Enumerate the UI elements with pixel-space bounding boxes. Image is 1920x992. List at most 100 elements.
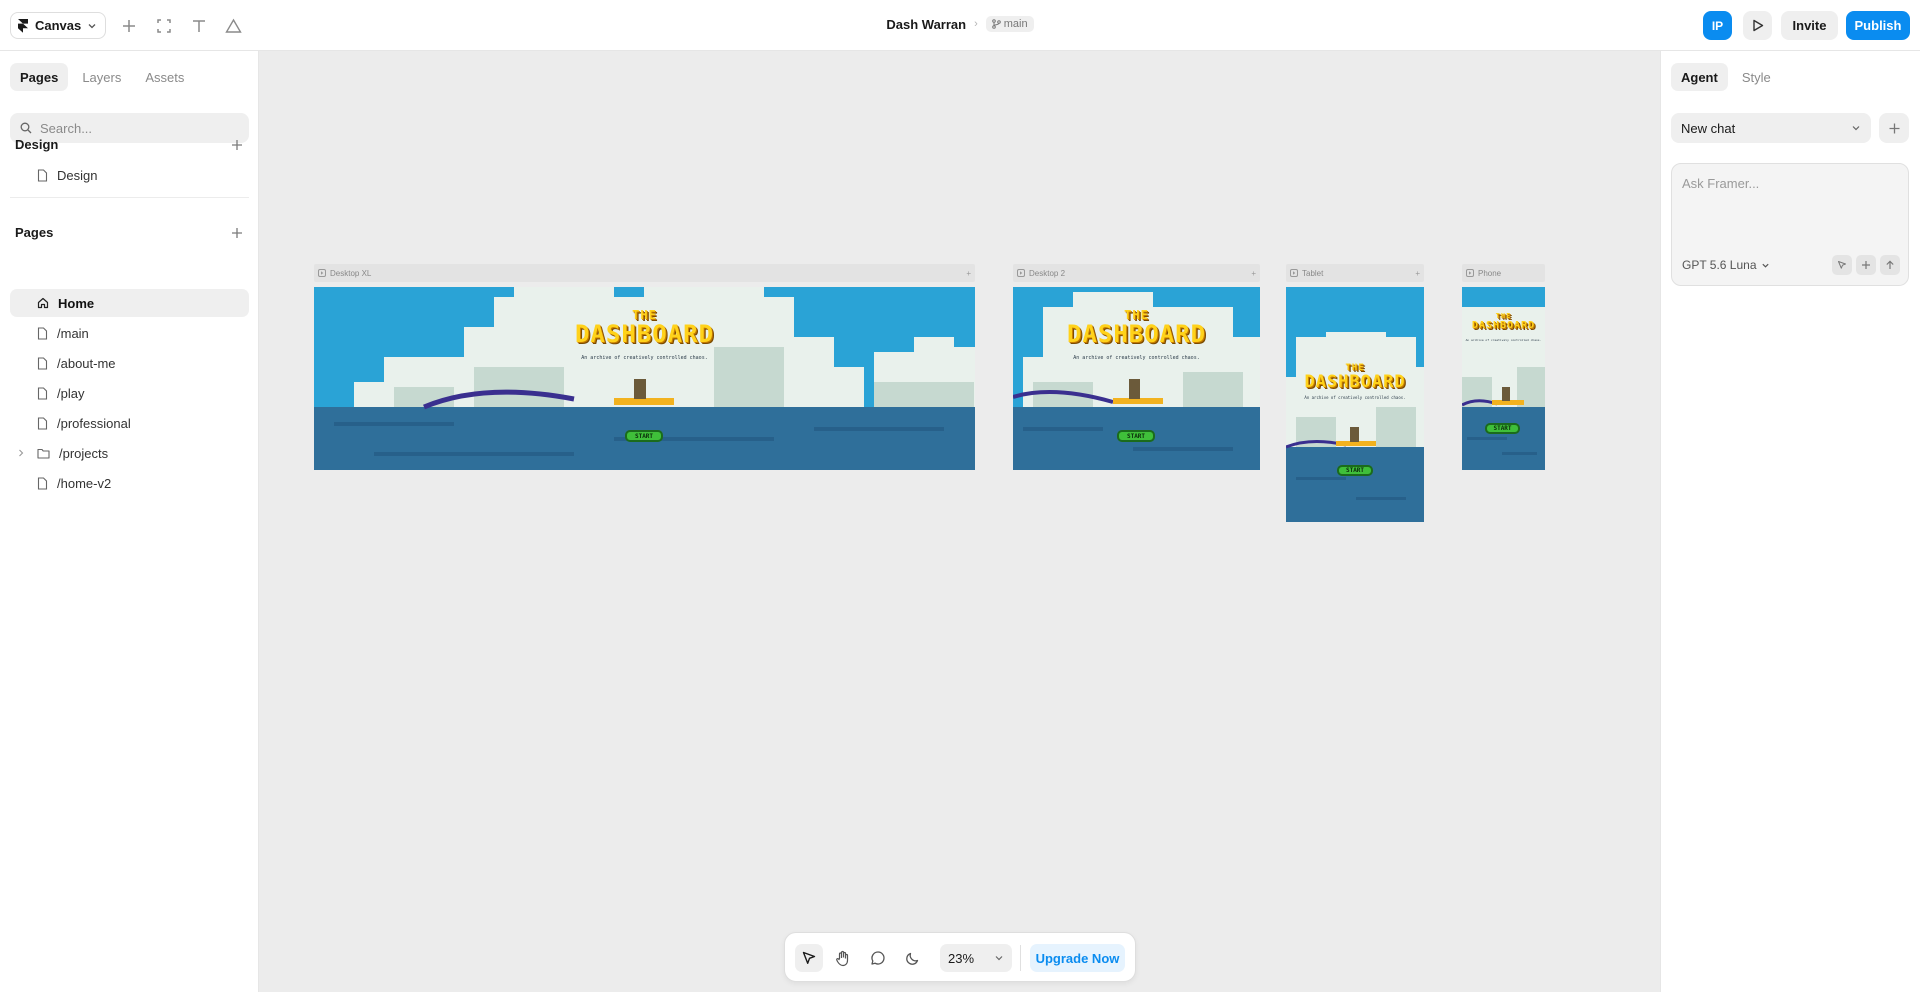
right-panel: Agent Style New chat GPT 5.6 Luna xyxy=(1660,51,1920,992)
page-item-projects[interactable]: /projects xyxy=(10,439,249,467)
frame-label-text: Desktop XL xyxy=(330,268,372,278)
frame-add-plus-icon[interactable]: + xyxy=(1415,269,1420,278)
branch-badge[interactable]: main xyxy=(985,16,1034,32)
pages-section-title: Pages xyxy=(15,225,54,240)
tab-assets[interactable]: Assets xyxy=(135,63,194,91)
hero-title-line2: DASHBOARD xyxy=(574,320,715,348)
frame-label-phone[interactable]: Phone xyxy=(1462,264,1545,282)
page-item-label: /professional xyxy=(57,415,131,431)
page-icon xyxy=(37,168,48,182)
page-item-home-v2[interactable]: /home-v2 xyxy=(10,469,249,497)
frame-label-desktop-2[interactable]: Desktop 2 + xyxy=(1013,264,1260,282)
top-bar: Canvas Dash Warran › main IP Invite Publ… xyxy=(0,0,1920,51)
frame-desktop-xl[interactable]: THE DASHBOARD An archive of creatively c… xyxy=(314,287,975,470)
search-icon xyxy=(20,122,32,134)
zoom-select[interactable]: 23% xyxy=(940,944,1012,972)
page-icon xyxy=(37,416,48,430)
select-element-icon[interactable] xyxy=(1832,255,1852,275)
hero-title-line2: DASHBOARD xyxy=(1066,320,1207,348)
select-tool-icon[interactable] xyxy=(795,944,823,972)
frame-phone[interactable]: THE DASHBOARD An archive of creatively c… xyxy=(1462,287,1545,470)
tab-pages[interactable]: Pages xyxy=(10,63,69,91)
page-item-label: /about-me xyxy=(57,355,116,371)
preview-button[interactable] xyxy=(1743,11,1772,40)
frame-label-text: Tablet xyxy=(1302,268,1324,278)
page-item-about-me[interactable]: /about-me xyxy=(10,349,249,377)
page-icon xyxy=(37,326,48,340)
right-panel-tabs: Agent Style xyxy=(1671,63,1781,91)
invite-button[interactable]: Invite xyxy=(1781,11,1838,40)
dark-mode-moon-icon[interactable] xyxy=(899,944,927,972)
start-button[interactable]: START xyxy=(1485,423,1520,434)
ask-actions xyxy=(1832,255,1900,275)
model-select[interactable]: GPT 5.6 Luna xyxy=(1682,258,1770,272)
attach-plus-icon[interactable] xyxy=(1856,255,1876,275)
start-button[interactable]: START xyxy=(1337,465,1373,476)
add-design-plus-icon[interactable] xyxy=(230,138,244,152)
design-section-title: Design xyxy=(15,137,59,152)
page-item-home[interactable]: Home xyxy=(10,289,249,317)
frame-play-icon xyxy=(1290,269,1298,277)
chevron-down-icon xyxy=(1851,123,1861,133)
hero-subtitle: An archive of creatively controlled chao… xyxy=(1073,355,1200,361)
search-input[interactable] xyxy=(40,120,230,136)
frame-play-icon xyxy=(1017,269,1025,277)
user-avatar[interactable]: IP xyxy=(1703,11,1732,40)
hero-scene-illustration xyxy=(1286,287,1424,522)
page-item-play[interactable]: /play xyxy=(10,379,249,407)
frame-add-plus-icon[interactable]: + xyxy=(966,269,971,278)
bottom-toolbar: 23% Upgrade Now xyxy=(784,932,1136,982)
model-select-value: GPT 5.6 Luna xyxy=(1682,258,1757,272)
zoom-value: 23% xyxy=(948,950,975,966)
tab-layers[interactable]: Layers xyxy=(72,63,131,91)
page-item-label: /play xyxy=(57,385,85,401)
add-page-plus-icon[interactable] xyxy=(230,226,244,240)
hero-subtitle: An archive of creatively controlled chao… xyxy=(1465,338,1542,342)
frame-add-plus-icon[interactable]: + xyxy=(1251,269,1256,278)
upgrade-now-button[interactable]: Upgrade Now xyxy=(1030,944,1125,972)
branch-label: main xyxy=(1003,18,1028,30)
page-item-label: /projects xyxy=(59,445,109,461)
page-item-professional[interactable]: /professional xyxy=(10,409,249,437)
title-separator: › xyxy=(974,18,978,30)
new-chat-button[interactable] xyxy=(1879,113,1909,143)
send-arrow-up-icon[interactable] xyxy=(1880,255,1900,275)
frame-tablet[interactable]: THE DASHBOARD An archive of creatively c… xyxy=(1286,287,1424,522)
home-icon xyxy=(37,297,49,309)
chevron-down-icon xyxy=(994,953,1004,963)
toolbar-divider xyxy=(1020,945,1021,971)
design-section-header: Design xyxy=(15,137,244,152)
folder-icon xyxy=(37,448,50,459)
page-icon xyxy=(37,476,48,490)
frame-play-icon xyxy=(1466,269,1474,277)
frame-label-text: Phone xyxy=(1478,268,1502,278)
frame-desktop-2[interactable]: THE DASHBOARD An archive of creatively c… xyxy=(1013,287,1260,470)
comment-tool-icon[interactable] xyxy=(864,944,892,972)
chat-select-value: New chat xyxy=(1681,120,1736,136)
chat-select-dropdown[interactable]: New chat xyxy=(1671,113,1871,143)
play-icon xyxy=(1752,19,1764,32)
page-icon xyxy=(37,386,48,400)
document-title[interactable]: Dash Warran xyxy=(886,17,966,32)
design-item-label: Design xyxy=(57,167,98,183)
frame-label-tablet[interactable]: Tablet + xyxy=(1286,264,1424,282)
tab-agent[interactable]: Agent xyxy=(1671,63,1728,91)
frame-label-desktop-xl[interactable]: Desktop XL + xyxy=(314,264,975,282)
design-item[interactable]: Design xyxy=(10,161,249,189)
hero-subtitle: An archive of creatively controlled chao… xyxy=(1304,395,1406,400)
hand-tool-icon[interactable] xyxy=(829,944,857,972)
frame-play-icon xyxy=(318,269,326,277)
document-title-area: Dash Warran › main xyxy=(0,16,1920,32)
chevron-right-icon[interactable] xyxy=(18,449,24,457)
page-item-main[interactable]: /main xyxy=(10,319,249,347)
page-icon xyxy=(37,356,48,370)
left-panel-tabs: Pages Layers Assets xyxy=(10,63,194,91)
section-divider xyxy=(10,197,249,198)
left-panel: Pages Layers Assets Design Design Pages xyxy=(0,51,259,992)
hero-title-line2: DASHBOARD xyxy=(1304,372,1406,392)
tab-style[interactable]: Style xyxy=(1732,63,1781,91)
start-button[interactable]: START xyxy=(625,430,663,442)
start-button[interactable]: START xyxy=(1117,430,1155,442)
publish-button[interactable]: Publish xyxy=(1846,11,1910,40)
ask-input[interactable] xyxy=(1682,176,1900,226)
